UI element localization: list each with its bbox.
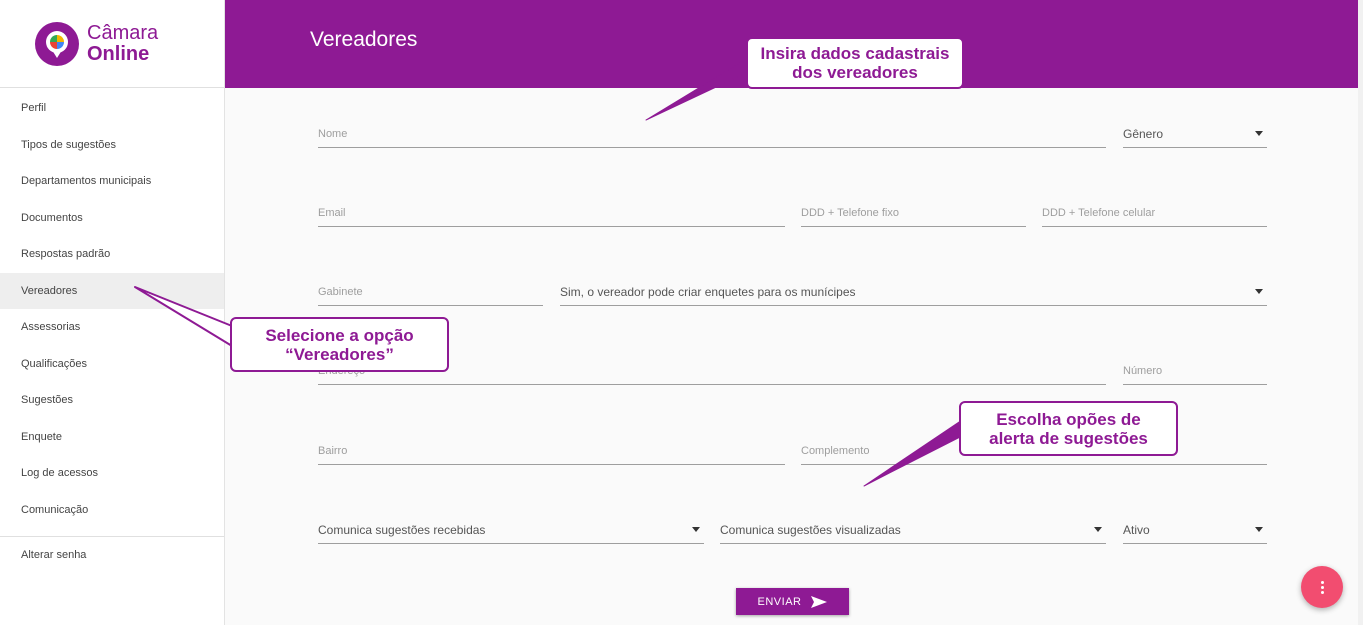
comunica-recebidas-value: Comunica sugestões recebidas: [318, 523, 486, 537]
caret-down-icon: [1094, 527, 1102, 532]
more-vert-fab[interactable]: [1301, 566, 1343, 608]
sidebar-item-log-de-acessos[interactable]: Log de acessos: [0, 455, 224, 492]
callout-dados-line-2: dos vereadores: [792, 63, 918, 82]
enviar-label: ENVIAR: [757, 595, 802, 608]
sidebar-item-vereadores[interactable]: Vereadores: [0, 272, 224, 309]
telefone-celular-field[interactable]: DDD + Telefone celular: [1042, 205, 1267, 227]
bairro-field[interactable]: Bairro: [318, 443, 785, 465]
bairro-placeholder: Bairro: [318, 445, 348, 457]
callout-dados-cadastrais: Insira dados cadastrais dos vereadores: [746, 37, 964, 89]
genero-label: Gênero: [1123, 127, 1164, 141]
callout-alerta-line-2: alerta de sugestões: [989, 428, 1148, 448]
gabinete-placeholder: Gabinete: [318, 286, 363, 298]
page-title: Vereadores: [310, 28, 418, 51]
numero-field[interactable]: Número: [1123, 363, 1267, 385]
ativo-value: Ativo: [1123, 523, 1150, 537]
caret-down-icon: [1255, 131, 1263, 136]
logo-line-2: Online: [87, 42, 150, 65]
sidebar-item-departamentos[interactable]: Departamentos municipais: [0, 163, 224, 200]
genero-select[interactable]: Gênero: [1123, 126, 1267, 148]
callout-dados-line-1: Insira dados cadastrais: [760, 44, 950, 63]
comunica-visualizadas-select[interactable]: Comunica sugestões visualizadas: [720, 522, 1106, 544]
callout-selecione-vereadores: Selecione a opção “Vereadores”: [230, 317, 449, 372]
sidebar-item-alterar-senha[interactable]: Alterar senha: [0, 537, 224, 574]
comunica-recebidas-select[interactable]: Comunica sugestões recebidas: [318, 522, 704, 544]
email-placeholder: Email: [318, 207, 346, 219]
ativo-select[interactable]: Ativo: [1123, 522, 1267, 544]
caret-down-icon: [1255, 527, 1263, 532]
callout-alerta-line-1: Escolha opões de: [996, 409, 1141, 429]
telefone-fixo-placeholder: DDD + Telefone fixo: [801, 207, 899, 219]
sidebar-item-perfil[interactable]: Perfil: [0, 90, 224, 127]
sidebar-item-enquete[interactable]: Enquete: [0, 419, 224, 456]
callout-selecione-line-1: Selecione a opção: [265, 325, 414, 345]
app-logo[interactable]: Câmara Online: [0, 0, 224, 88]
sidebar-item-tipos-de-sugestoes[interactable]: Tipos de sugestões: [0, 127, 224, 164]
enviar-button[interactable]: ENVIAR: [736, 588, 849, 615]
callout-selecione-line-2: “Vereadores”: [285, 344, 394, 364]
complemento-placeholder: Complemento: [801, 445, 870, 457]
nome-field[interactable]: Nome: [318, 126, 1106, 148]
sidebar: Câmara Online Perfil Tipos de sugestões …: [0, 0, 225, 625]
sidebar-item-documentos[interactable]: Documentos: [0, 200, 224, 237]
logo-text: Câmara Online: [87, 21, 159, 65]
numero-placeholder: Número: [1123, 365, 1163, 377]
sidebar-item-sugestoes[interactable]: Sugestões: [0, 382, 224, 419]
sidebar-item-qualificacoes[interactable]: Qualificações: [0, 346, 224, 383]
callout-alerta-sugestoes: Escolha opões de alerta de sugestões: [959, 401, 1178, 456]
sidebar-nav: Perfil Tipos de sugestões Departamentos …: [0, 88, 224, 528]
enquetes-select[interactable]: Sim, o vereador pode criar enquetes para…: [560, 284, 1267, 306]
caret-down-icon: [1255, 289, 1263, 294]
logo-pin-icon: [35, 21, 79, 66]
comunica-visualizadas-value: Comunica sugestões visualizadas: [720, 523, 901, 537]
scrollbar[interactable]: [1358, 0, 1363, 625]
sidebar-item-respostas-padrao[interactable]: Respostas padrão: [0, 236, 224, 273]
telefone-celular-placeholder: DDD + Telefone celular: [1042, 207, 1156, 219]
sidebar-item-assessorias[interactable]: Assessorias: [0, 309, 224, 346]
nome-placeholder: Nome: [318, 128, 348, 140]
caret-down-icon: [692, 527, 700, 532]
more-vert-icon: [1320, 580, 1324, 595]
email-field[interactable]: Email: [318, 205, 785, 227]
sidebar-item-comunicacao[interactable]: Comunicação: [0, 492, 224, 529]
logo-line-1: Câmara: [87, 21, 159, 44]
send-icon: [811, 595, 828, 608]
gabinete-field[interactable]: Gabinete: [318, 284, 543, 306]
telefone-fixo-field[interactable]: DDD + Telefone fixo: [801, 205, 1026, 227]
enquetes-value: Sim, o vereador pode criar enquetes para…: [560, 285, 856, 299]
